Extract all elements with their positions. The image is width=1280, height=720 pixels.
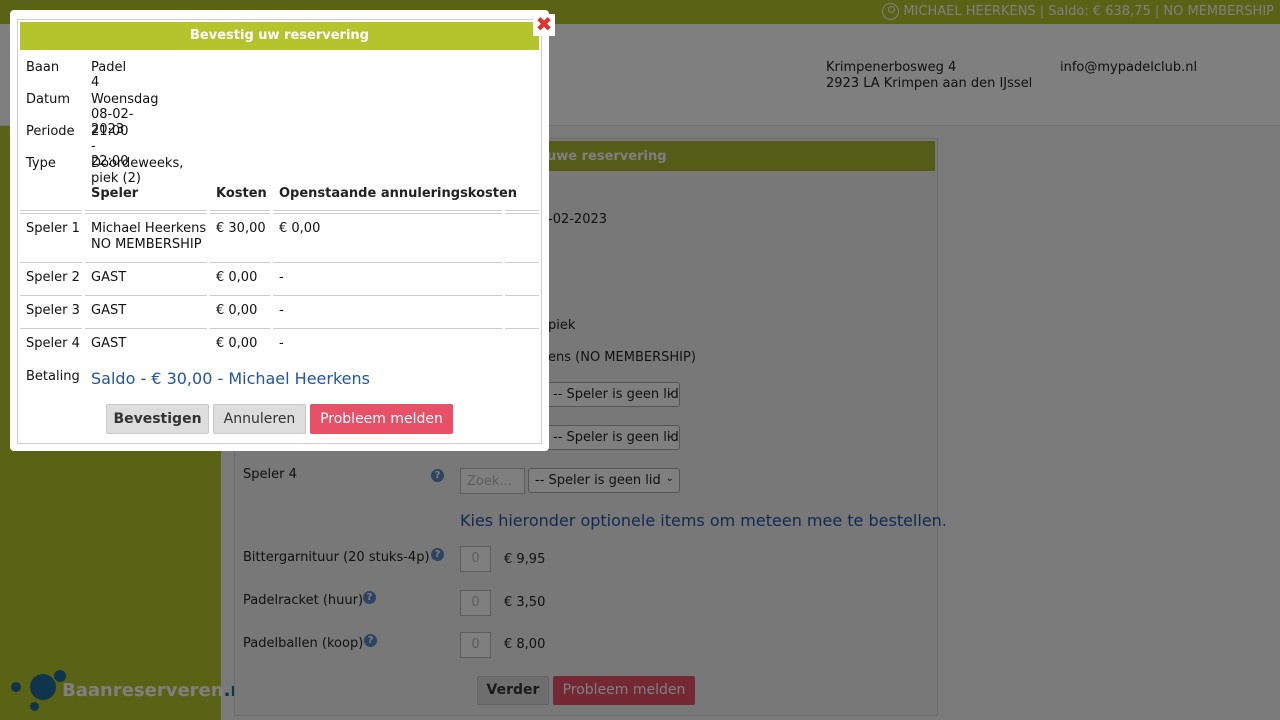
confirm-reservation-dialog: Bevestig uw reservering ✖ Baan Padel 4 D…: [10, 10, 555, 451]
close-icon[interactable]: ✖: [533, 14, 555, 36]
col-header-player: Speler: [91, 186, 139, 201]
col-header-cancel-cost: Openstaande annuleringskosten: [279, 186, 518, 201]
payment-label: Betaling: [26, 369, 80, 384]
col-header-cost: Kosten: [216, 186, 267, 201]
dialog-title: Bevestig uw reservering: [20, 22, 539, 50]
cancel-button[interactable]: Annuleren: [213, 404, 306, 434]
report-problem-button[interactable]: Probleem melden: [310, 404, 453, 434]
confirm-button[interactable]: Bevestigen: [106, 404, 209, 434]
payment-value: Saldo - € 30,00 - Michael Heerkens: [91, 369, 370, 388]
